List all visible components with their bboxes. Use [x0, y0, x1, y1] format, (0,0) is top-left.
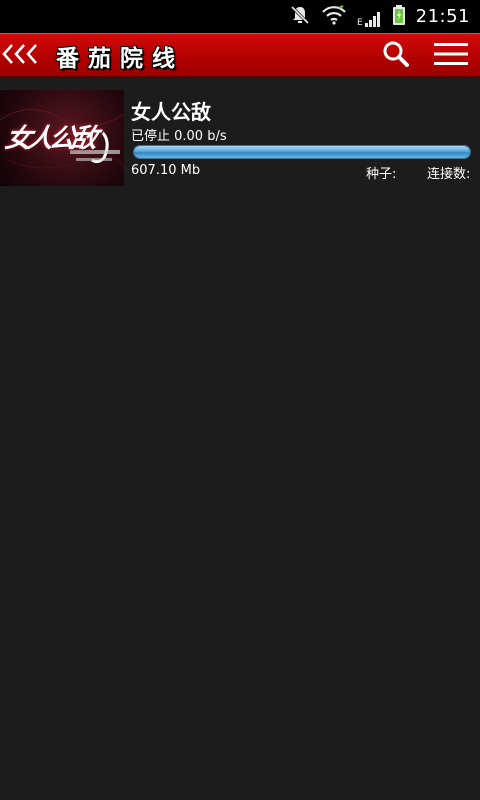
app-bar: 番茄院线: [0, 33, 480, 77]
back-chevrons-icon: [2, 42, 42, 70]
status-icons: E 21:51: [289, 0, 470, 33]
seeds-label: 种子:: [366, 167, 397, 182]
cell-signal-icon: E: [357, 6, 382, 28]
status-bar: E 21:51: [0, 0, 480, 33]
notifications-muted-icon: [289, 4, 311, 30]
status-clock: 21:51: [415, 6, 470, 27]
app-title: 番茄院线: [56, 46, 184, 72]
poster-title-art: 女人公敌: [2, 124, 97, 154]
download-progress-bar: [133, 145, 471, 159]
movie-poster: 女人公敌: [0, 90, 124, 186]
peers-label: 连接数:: [427, 167, 471, 182]
wifi-icon: [321, 4, 347, 30]
search-icon: [382, 40, 410, 72]
download-progress-fill: [134, 146, 470, 158]
search-button[interactable]: [378, 34, 414, 78]
menu-button[interactable]: [430, 34, 472, 78]
battery-charging-icon: [392, 4, 406, 30]
download-item[interactable]: 女人公敌 女人公敌 已停止 0.00 b/s 607.10 Mb 种子: 连接数…: [0, 90, 480, 186]
back-button[interactable]: [0, 34, 44, 78]
menu-icon: [434, 42, 468, 70]
item-size: 607.10 Mb: [131, 163, 201, 178]
item-title: 女人公敌: [131, 100, 211, 124]
item-status: 已停止 0.00 b/s: [131, 129, 227, 144]
network-type-label: E: [356, 17, 363, 28]
